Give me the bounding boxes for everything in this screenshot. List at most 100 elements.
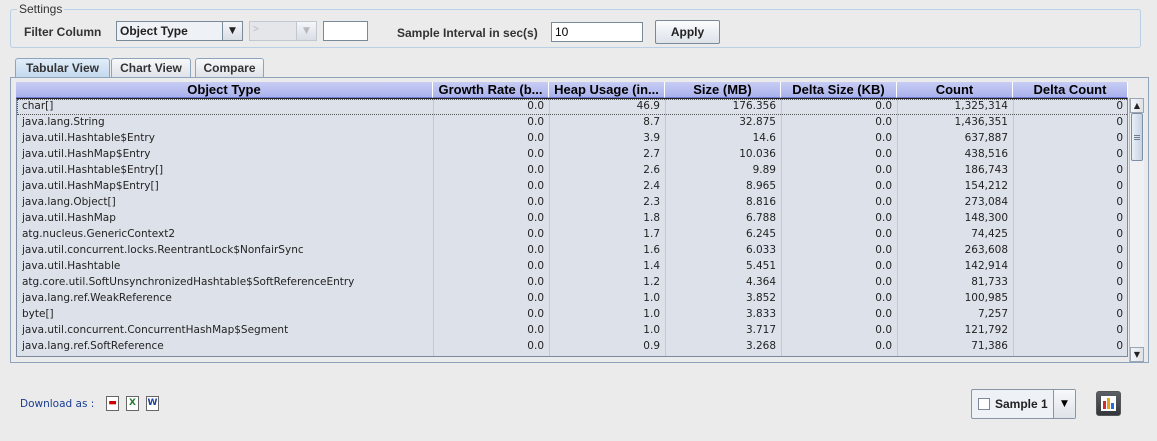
cell-delta-count: 0: [1014, 307, 1127, 323]
table-row[interactable]: java.util.HashMap$Entry 0.0 2.7 10.036 0.0 43…: [17, 147, 1127, 163]
table-row[interactable]: java.util.Hashtable$Entry[] 0.0 2.6 9.89 0.0…: [17, 163, 1127, 179]
filter-value-input[interactable]: [323, 21, 368, 41]
table-row[interactable]: java.util.concurrent.locks.ReentrantLock…: [17, 243, 1127, 259]
cell-count: 100,985: [898, 291, 1014, 307]
table-row[interactable]: atg.core.util.SoftUnsynchronizedHashtabl…: [17, 275, 1127, 291]
chart-icon[interactable]: [1096, 391, 1121, 416]
column-header-delta-count[interactable]: Delta Count: [1013, 82, 1128, 98]
cell-growth-rate: 0.0: [434, 131, 550, 147]
table-row[interactable]: java.util.HashMap 0.0 1.8 6.788 0.0 148,300 0: [17, 211, 1127, 227]
table-row[interactable]: char[] 0.0 46.9 176.356 0.0 1,325,314 0: [17, 99, 1127, 115]
cell-count: 438,516: [898, 147, 1014, 163]
cell-object-type: java.lang.ref.WeakReference: [17, 291, 434, 307]
table-row[interactable]: java.lang.Object[] 0.0 2.3 8.816 0.0 273,084 0: [17, 195, 1127, 211]
scrollbar-thumb[interactable]: [1131, 113, 1143, 161]
apply-button[interactable]: Apply: [655, 20, 720, 44]
word-icon[interactable]: W: [146, 396, 159, 411]
scroll-up-icon[interactable]: ▲: [1130, 98, 1144, 113]
sample-checkbox[interactable]: [978, 398, 990, 410]
cell-delta-size: 0.0: [782, 339, 898, 355]
pdf-icon[interactable]: ▬: [106, 396, 119, 411]
cell-delta-size: 0.0: [782, 211, 898, 227]
table-row[interactable]: java.lang.ref.WeakReference 0.0 1.0 3.852 0.…: [17, 291, 1127, 307]
chart-icon-bar: [1103, 401, 1106, 409]
sample-select[interactable]: Sample 1 ▼: [971, 389, 1076, 419]
cell-object-type: java.util.Hashtable$Entry: [17, 131, 434, 147]
cell-heap-usage: 1.0: [550, 291, 666, 307]
tab-chart-view[interactable]: Chart View: [111, 58, 191, 77]
column-header-heap-usage[interactable]: Heap Usage (in...: [549, 82, 665, 98]
cell-growth-rate: 0.0: [434, 355, 550, 356]
cell-count: 71,386: [898, 339, 1014, 355]
cell-count: 25,888: [898, 355, 1014, 356]
column-header-delta-size[interactable]: Delta Size (KB): [781, 82, 897, 98]
cell-delta-count: 0: [1014, 131, 1127, 147]
cell-count: 1,436,351: [898, 115, 1014, 131]
cell-growth-rate: 0.0: [434, 179, 550, 195]
bar-chart-icon: [1101, 396, 1116, 411]
chevron-down-icon[interactable]: ▼: [1053, 390, 1075, 418]
cell-count: 142,914: [898, 259, 1014, 275]
tab-tabular-view[interactable]: Tabular View: [15, 58, 110, 78]
cell-size: 2.962: [666, 355, 782, 356]
sample-interval-label: Sample Interval in sec(s): [397, 26, 538, 40]
cell-heap-usage: 1.7: [550, 227, 666, 243]
table-row[interactable]: byte[] 0.0 1.0 3.833 0.0 7,257 0: [17, 307, 1127, 323]
cell-count: 154,212: [898, 179, 1014, 195]
table-row[interactable]: atg.nucleus.GenericContext2 0.0 1.7 6.245 0.…: [17, 227, 1127, 243]
operator-select[interactable]: > ▼: [249, 21, 317, 41]
chevron-down-icon[interactable]: ▼: [222, 22, 242, 40]
cell-count: 121,792: [898, 323, 1014, 339]
cell-growth-rate: 0.0: [434, 275, 550, 291]
chevron-down-icon[interactable]: ▼: [296, 22, 316, 40]
scroll-down-icon[interactable]: ▼: [1130, 347, 1144, 362]
cell-delta-count: 0: [1014, 355, 1127, 356]
cell-size: 5.451: [666, 259, 782, 275]
sample-label: Sample 1: [995, 397, 1048, 411]
tab-compare[interactable]: Compare: [195, 58, 264, 77]
table-row[interactable]: java.util.concurrent.ConcurrentHashMap$S…: [17, 323, 1127, 339]
cell-growth-rate: 0.0: [434, 195, 550, 211]
cell-growth-rate: 0.0: [434, 339, 550, 355]
cell-heap-usage: 0.8: [550, 355, 666, 356]
cell-delta-count: 0: [1014, 179, 1127, 195]
cell-count: 263,608: [898, 243, 1014, 259]
sample-interval-input[interactable]: [551, 22, 643, 42]
cell-delta-count: 0: [1014, 227, 1127, 243]
column-header-object-type[interactable]: Object Type: [16, 82, 433, 98]
cell-object-type: java.lang.Object[]: [17, 195, 434, 211]
table-row[interactable]: java.util.HashMap$Entry[] 0.0 2.4 8.965 0.0 1…: [17, 179, 1127, 195]
cell-count: 74,425: [898, 227, 1014, 243]
cell-heap-usage: 0.9: [550, 339, 666, 355]
cell-delta-size: 0.0: [782, 275, 898, 291]
column-header-size[interactable]: Size (MB): [665, 82, 781, 98]
cell-object-type: byte[]: [17, 307, 434, 323]
table-row[interactable]: java.lang.Class0.00.82.9620.025,8880: [17, 355, 1127, 356]
table-row[interactable]: java.lang.ref.SoftReference 0.0 0.9 3.268 0.…: [17, 339, 1127, 355]
cell-count: 81,733: [898, 275, 1014, 291]
column-header-count[interactable]: Count: [897, 82, 1013, 98]
cell-heap-usage: 3.9: [550, 131, 666, 147]
table-body[interactable]: char[] 0.0 46.9 176.356 0.0 1,325,314 0 java.la…: [16, 98, 1128, 357]
vertical-scrollbar[interactable]: ▲ ▼: [1129, 98, 1144, 362]
cell-size: 32.875: [666, 115, 782, 131]
table-row[interactable]: java.util.Hashtable$Entry 0.0 3.9 14.6 0.0 63…: [17, 131, 1127, 147]
cell-delta-count: 0: [1014, 195, 1127, 211]
cell-delta-size: 0.0: [782, 227, 898, 243]
table-row[interactable]: java.lang.String 0.0 8.7 32.875 0.0 1,436,351…: [17, 115, 1127, 131]
column-header-growth-rate[interactable]: Growth Rate (b...: [433, 82, 549, 98]
cell-size: 176.356: [666, 99, 782, 115]
cell-delta-size: 0.0: [782, 243, 898, 259]
cell-delta-count: 0: [1014, 275, 1127, 291]
cell-size: 3.833: [666, 307, 782, 323]
cell-delta-size: 0.0: [782, 323, 898, 339]
excel-icon[interactable]: X: [126, 396, 139, 411]
cell-delta-size: 0.0: [782, 179, 898, 195]
cell-object-type: java.lang.Class: [17, 355, 434, 356]
cell-size: 8.816: [666, 195, 782, 211]
table-row[interactable]: java.util.Hashtable 0.0 1.4 5.451 0.0 142,914…: [17, 259, 1127, 275]
filter-column-select[interactable]: Object Type ▼: [116, 21, 243, 41]
cell-delta-count: 0: [1014, 147, 1127, 163]
cell-size: 4.364: [666, 275, 782, 291]
cell-heap-usage: 2.4: [550, 179, 666, 195]
